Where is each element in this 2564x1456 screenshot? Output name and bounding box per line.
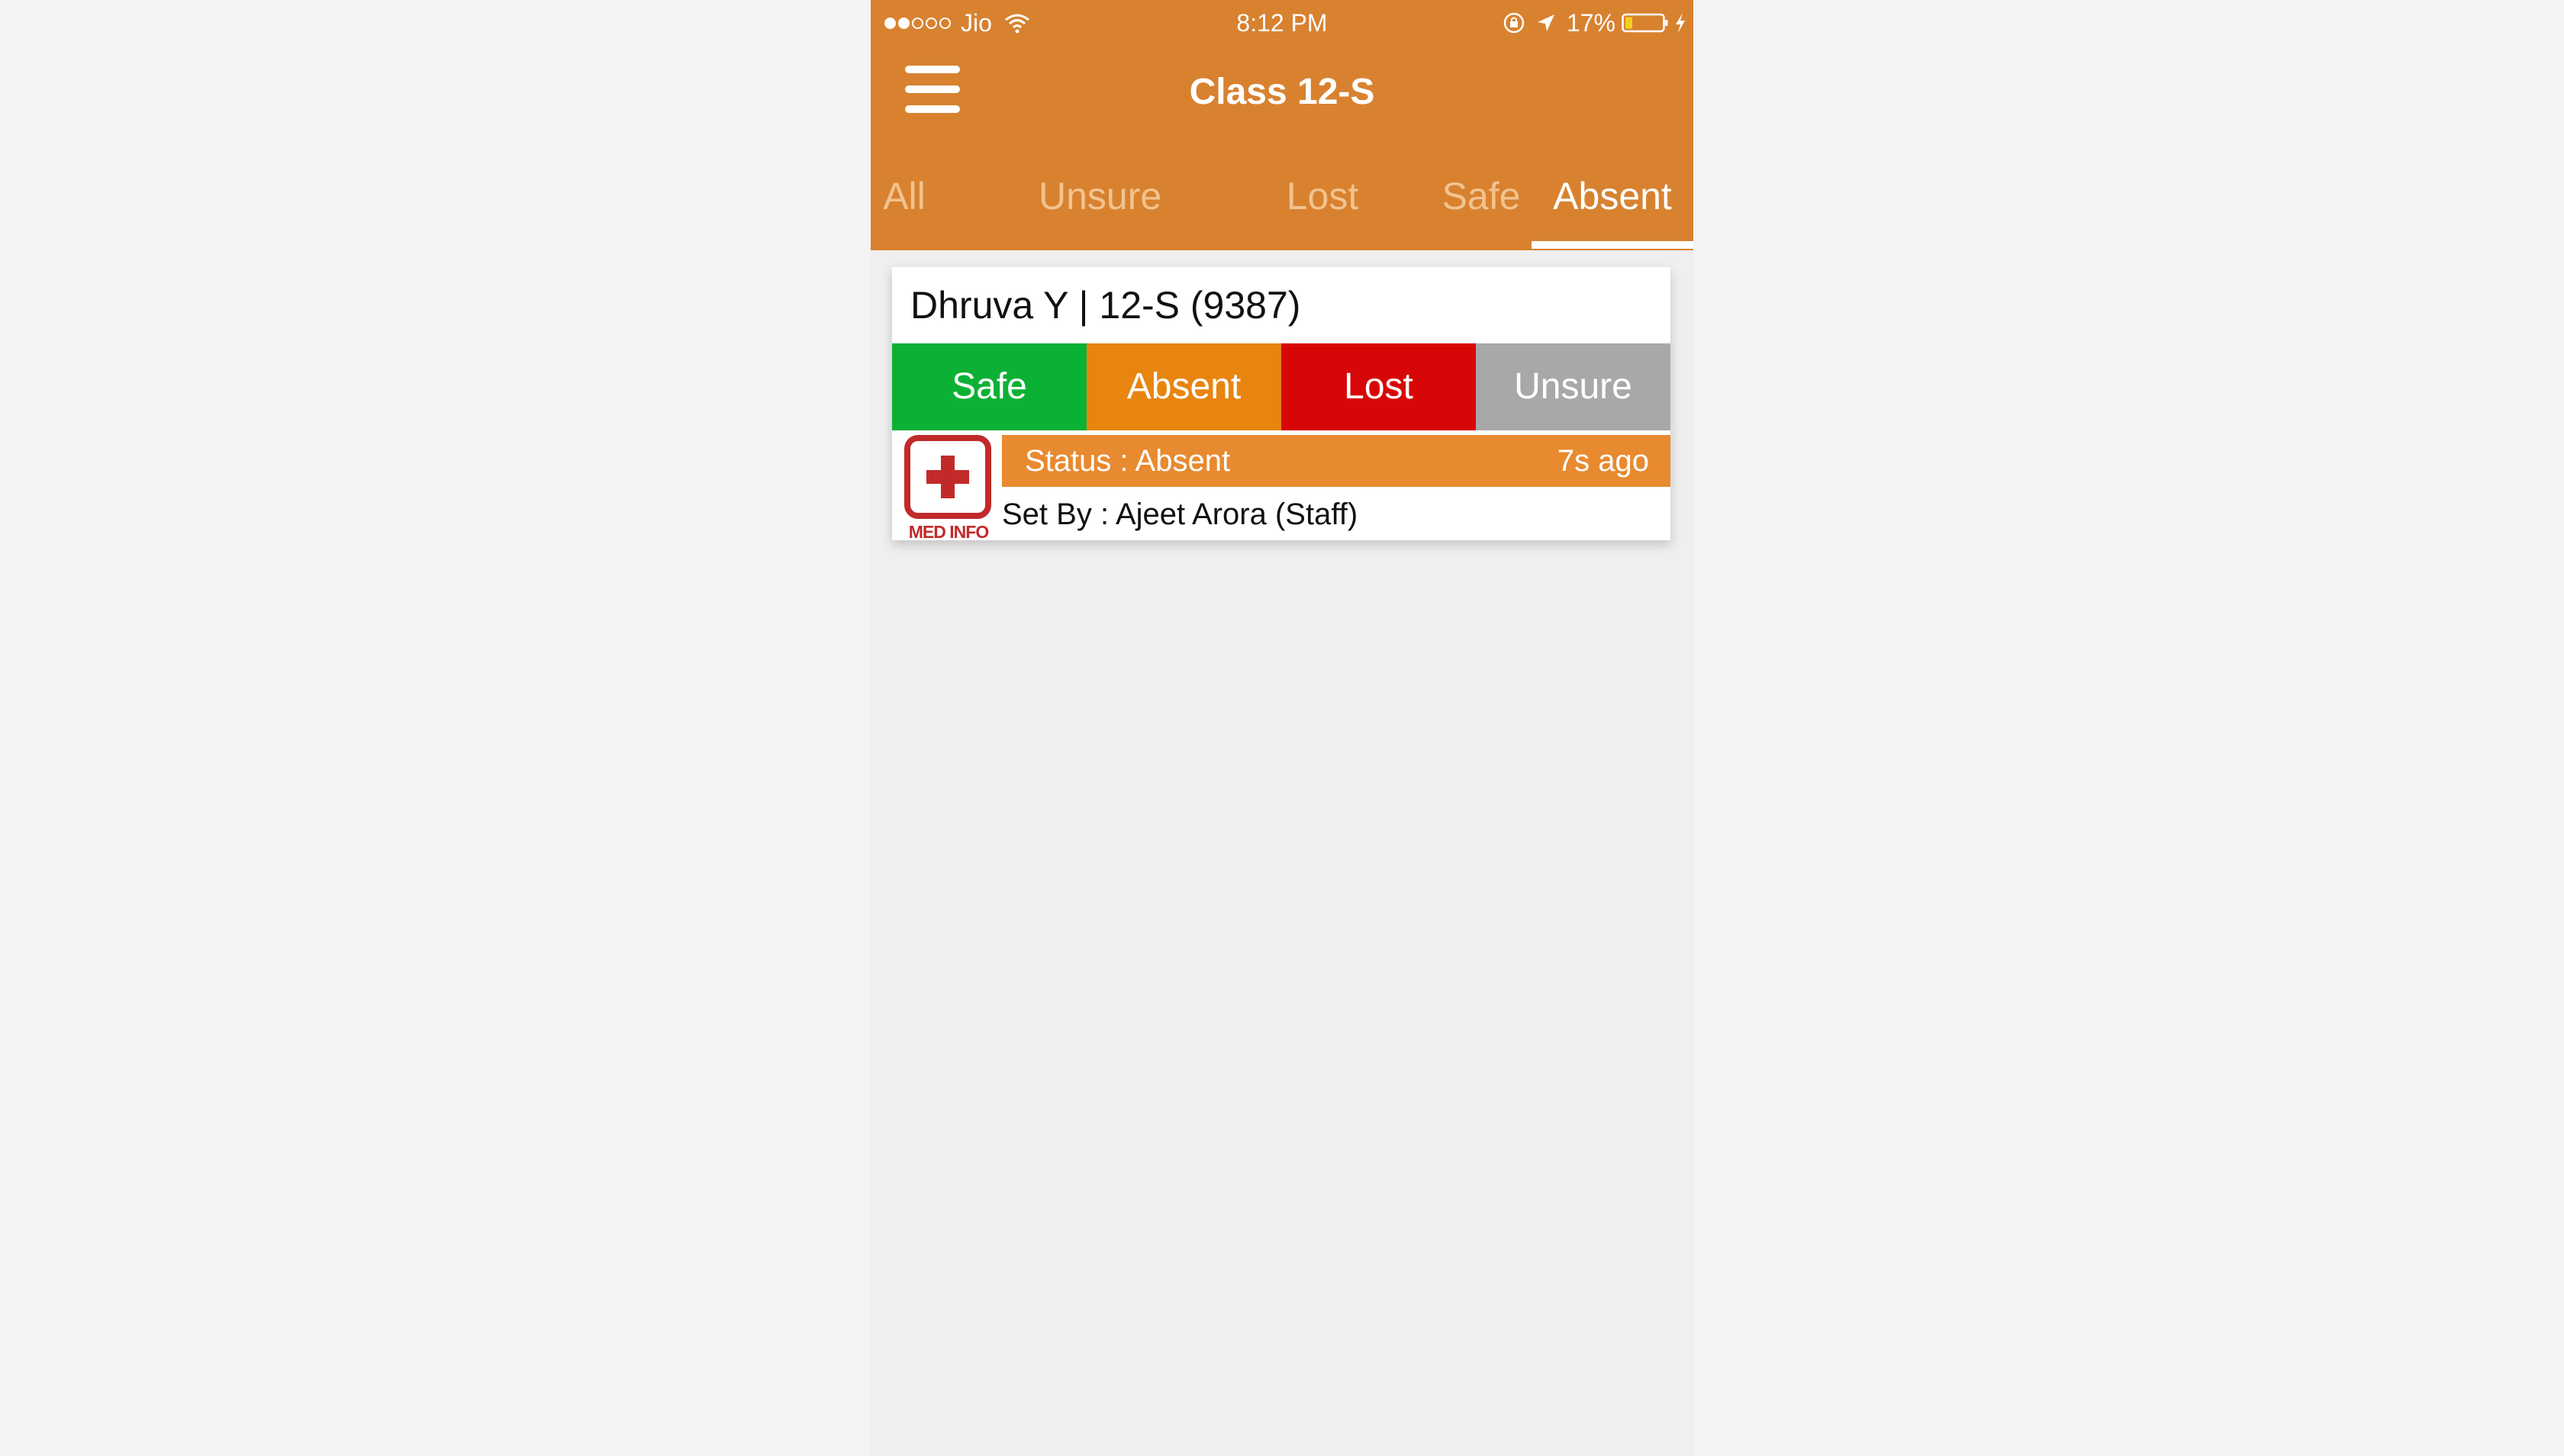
- set-by-text: Set By : Ajeet Arora (Staff): [1002, 498, 1358, 531]
- battery-percentage: 17%: [1566, 8, 1615, 37]
- status-button-group: Safe Absent Lost Unsure: [892, 343, 1670, 430]
- unsure-button[interactable]: Unsure: [1476, 343, 1670, 430]
- rotation-lock-icon: [1503, 12, 1525, 34]
- charging-bolt-icon: [1676, 13, 1685, 33]
- location-arrow-icon: [1537, 14, 1554, 31]
- status-timestamp: 7s ago: [1557, 444, 1649, 478]
- absent-button[interactable]: Absent: [1087, 343, 1281, 430]
- status-bar: Jio 8:12 PM 17%: [871, 0, 1693, 46]
- battery-icon: [1622, 13, 1668, 33]
- app-header: Jio 8:12 PM 17% Class 12-S All Unsure Lo…: [871, 0, 1693, 250]
- tab-bar: All Unsure Lost Safe Absent: [871, 168, 1693, 250]
- status-bar-right: 17%: [1503, 8, 1687, 38]
- tab-lost[interactable]: Lost: [1237, 168, 1408, 250]
- tab-unsure[interactable]: Unsure: [1039, 168, 1228, 250]
- app-screen: Jio 8:12 PM 17% Class 12-S All Unsure Lo…: [871, 0, 1693, 1456]
- tab-absent[interactable]: Absent: [1532, 168, 1693, 250]
- tab-all[interactable]: All: [871, 168, 938, 250]
- med-info-label: MED INFO: [908, 522, 989, 542]
- active-tab-indicator: [1532, 241, 1693, 249]
- status-strip: Status : Absent 7s ago: [1002, 435, 1670, 487]
- lost-button[interactable]: Lost: [1281, 343, 1476, 430]
- safe-button[interactable]: Safe: [892, 343, 1087, 430]
- med-info-button[interactable]: MED INFO: [904, 435, 991, 542]
- status-text: Status : Absent: [1025, 444, 1231, 478]
- student-name: Dhruva Y | 12-S (9387): [910, 284, 1301, 327]
- student-card: Dhruva Y | 12-S (9387) Safe Absent Lost …: [892, 267, 1670, 542]
- medical-cross-icon: [904, 435, 991, 519]
- page-title: Class 12-S: [1189, 72, 1375, 112]
